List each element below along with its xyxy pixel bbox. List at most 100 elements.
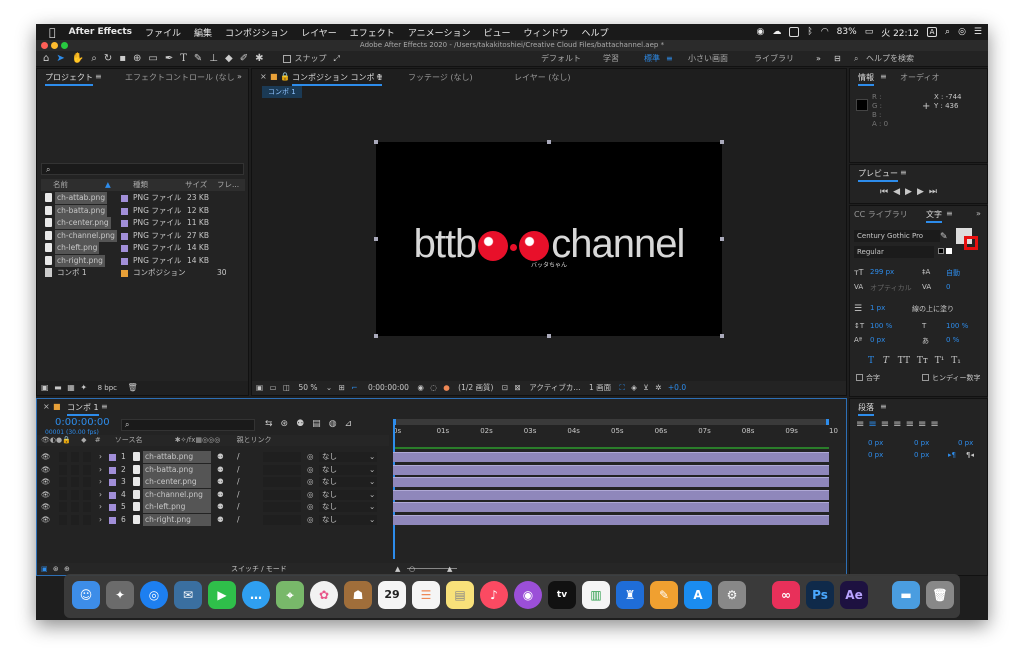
audio-toggle[interactable] (59, 452, 67, 462)
trash-icon[interactable]: 🗑 (926, 581, 954, 609)
project-item[interactable]: ch-batta.png PNG ファイル 12 KB (41, 204, 245, 217)
transform-handle[interactable] (547, 334, 551, 338)
layer-switches-toggle[interactable]: ▣ (41, 565, 48, 573)
switch-boxes[interactable] (263, 477, 301, 488)
ligature-checkbox[interactable] (856, 374, 863, 381)
layer-row[interactable]: 👁 › 2 ch-batta.png ⚉ / ◎ なし ⌄ (37, 463, 389, 476)
composition-canvas[interactable]: bttb channel バッタちゃん (374, 140, 724, 338)
layer-name[interactable]: ch-left.png (143, 501, 211, 514)
creative-cloud-icon[interactable]: ∞ (772, 581, 800, 609)
label-swatch[interactable] (121, 257, 128, 265)
chevron-down-icon[interactable]: ⌄ (326, 383, 332, 392)
justify-right-icon[interactable]: ≡ (918, 419, 930, 430)
menu-composition[interactable]: コンポジション (225, 26, 288, 39)
stretch-toggle[interactable]: ⊕ (64, 565, 70, 573)
solo-toggle[interactable] (71, 489, 79, 500)
spotlight-icon[interactable]: ⌕ (945, 27, 950, 37)
justify-left-icon[interactable]: ≡ (893, 419, 905, 430)
workspace-default[interactable]: デフォルト (541, 51, 581, 67)
siri-icon[interactable]: ◎ (958, 27, 966, 37)
direction-rtl-icon[interactable]: ¶◂ (966, 451, 974, 459)
solo-toggle[interactable] (71, 464, 79, 475)
pickwhip-icon[interactable]: ◎ (307, 464, 314, 476)
layer-duration-bar[interactable] (393, 464, 829, 475)
label-swatch[interactable] (109, 466, 116, 474)
wifi-icon[interactable]: ◠ (821, 27, 829, 37)
work-area-bar[interactable] (393, 419, 829, 425)
indent-left[interactable]: 0 px (868, 439, 883, 447)
snap-checkbox[interactable] (283, 54, 292, 63)
paragraph-menu-icon[interactable]: ≡ (880, 402, 887, 411)
quality-switch-icon[interactable]: / (237, 501, 240, 513)
tab-timeline-comp[interactable]: コンポ 1 (67, 402, 99, 416)
eye-icon[interactable]: 👁 (41, 476, 51, 488)
downloads-folder-icon[interactable]: ▬ (892, 581, 920, 609)
lock-toggle[interactable] (83, 502, 91, 513)
pickwhip-icon[interactable]: ◎ (307, 476, 314, 488)
switch-boxes[interactable] (263, 464, 301, 475)
font-style-select[interactable]: Regular (854, 246, 934, 258)
quality-switch-icon[interactable]: / (237, 514, 240, 526)
eye-icon[interactable]: 👁 (41, 489, 51, 501)
transform-handle[interactable] (720, 140, 724, 144)
audio-toggle[interactable] (59, 477, 67, 488)
label-swatch[interactable] (121, 220, 128, 227)
workspace-standard[interactable]: 標準 (644, 51, 660, 67)
indent-right[interactable]: 0 px (914, 439, 929, 447)
help-search-input[interactable]: ヘルプを検索 (866, 51, 914, 67)
hscale-value[interactable]: 100 % (946, 322, 968, 330)
switch-boxes[interactable] (263, 515, 301, 525)
project-item[interactable]: ch-center.png PNG ファイル 11 KB (41, 217, 245, 229)
tab-character[interactable]: 文字 (926, 209, 942, 223)
viewer-menu-icon[interactable]: ≡ (376, 72, 383, 81)
info-menu-icon[interactable]: ≡ (880, 72, 887, 81)
preview-menu-icon[interactable]: ≡ (900, 168, 907, 177)
play-icon[interactable]: ▶ (905, 187, 917, 197)
tsume-value[interactable]: 0 % (946, 336, 959, 344)
mask-icon[interactable]: ⌐ (351, 383, 357, 392)
layer-row[interactable]: 👁 › 3 ch-center.png ⚉ / ◎ なし ⌄ (37, 476, 389, 489)
label-swatch[interactable] (109, 491, 116, 499)
pickwhip-icon[interactable]: ◎ (307, 501, 314, 513)
maps-icon[interactable]: ⌖ (276, 581, 304, 609)
bpc-label[interactable]: 8 bpc (98, 384, 117, 392)
project-item[interactable]: ch-attab.png PNG ファイル 23 KB (41, 192, 245, 204)
adjust-icon[interactable]: ✦ (80, 383, 87, 392)
character-more[interactable]: » (976, 209, 981, 218)
vscale-value[interactable]: 100 % (870, 322, 892, 330)
selection-tool-icon[interactable]: ➤ (56, 53, 64, 64)
tracking-value[interactable]: 0 (946, 283, 950, 291)
project-item[interactable]: ch-left.png PNG ファイル 14 KB (41, 242, 245, 254)
notes-icon[interactable]: ▤ (446, 581, 474, 609)
workspace-more[interactable]: » (816, 51, 821, 67)
audio-toggle[interactable] (59, 515, 67, 525)
expand-chevron-icon[interactable]: › (99, 451, 102, 463)
anchor-tool-icon[interactable]: ⊕ (133, 53, 141, 64)
timeline-timecode[interactable]: 0:00:00:00 (55, 417, 110, 428)
menu-layer[interactable]: レイヤー (301, 26, 337, 39)
last-frame-icon[interactable]: ⏭ (929, 187, 942, 197)
display-icon[interactable] (789, 27, 800, 37)
shy-switch-icon[interactable]: ⚉ (217, 464, 224, 476)
viewer-icon-3[interactable]: ◫ (283, 383, 290, 392)
project-item[interactable]: ch-channel.png PNG ファイル 27 KB (41, 229, 245, 242)
tab-layer[interactable]: レイヤー (なし) (514, 72, 571, 83)
hand-tool-icon[interactable]: ✋ (72, 53, 84, 64)
lock-toggle[interactable] (83, 452, 91, 462)
character-menu-icon[interactable]: ≡ (946, 209, 953, 218)
calendar-icon[interactable]: 29 (378, 581, 406, 609)
new-comp-icon[interactable]: ▦ (67, 383, 75, 392)
subscript-icon[interactable]: T₁ (951, 356, 961, 366)
rotate-tool-icon[interactable]: ↻ (104, 53, 112, 64)
pickwhip-icon[interactable]: ◎ (307, 514, 314, 526)
justify-center-icon[interactable]: ≡ (906, 419, 918, 430)
close-icon[interactable] (41, 42, 48, 49)
project-more[interactable]: » (237, 72, 242, 81)
launchpad-icon[interactable]: ✦ (106, 581, 134, 609)
superscript-icon[interactable]: T¹ (935, 356, 945, 366)
faux-italic-icon[interactable]: T (883, 356, 889, 366)
baseline-value[interactable]: 0 px (870, 336, 885, 344)
tab-footage[interactable]: フッテージ (なし) (408, 72, 473, 83)
system-preferences-icon[interactable]: ⚙ (718, 581, 746, 609)
menu-animation[interactable]: アニメーション (408, 26, 471, 39)
